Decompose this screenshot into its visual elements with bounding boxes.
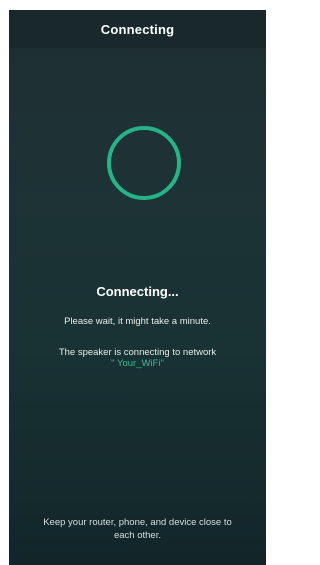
page-title: Connecting xyxy=(100,21,175,37)
network-message-block: The speaker is connecting to network " Y… xyxy=(9,347,266,369)
network-message: The speaker is connecting to network xyxy=(58,347,217,358)
wait-message: Please wait, it might take a minute. xyxy=(64,316,211,327)
header-bar: Connecting xyxy=(9,10,266,48)
status-title: Connecting... xyxy=(96,284,179,299)
network-name: " Your_WiFi" xyxy=(111,358,164,369)
loading-ring-icon xyxy=(107,126,181,200)
connecting-screen: Connecting Connecting... Please wait, it… xyxy=(9,10,266,565)
footer-tip: Keep your router, phone, and device clos… xyxy=(43,517,232,541)
